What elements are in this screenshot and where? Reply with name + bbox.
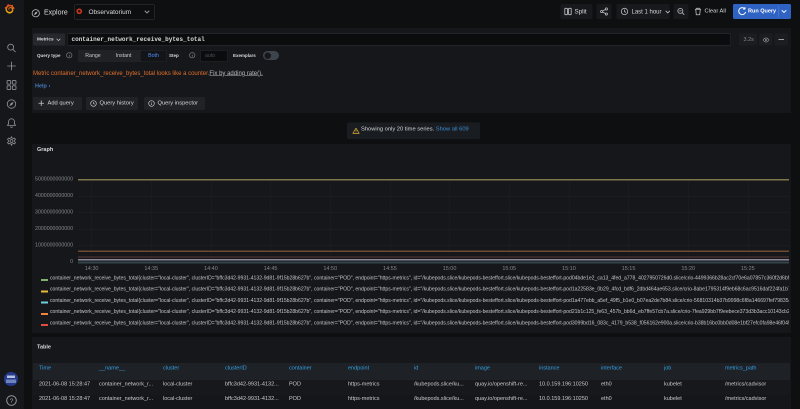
svg-text:?: ? (10, 398, 14, 405)
